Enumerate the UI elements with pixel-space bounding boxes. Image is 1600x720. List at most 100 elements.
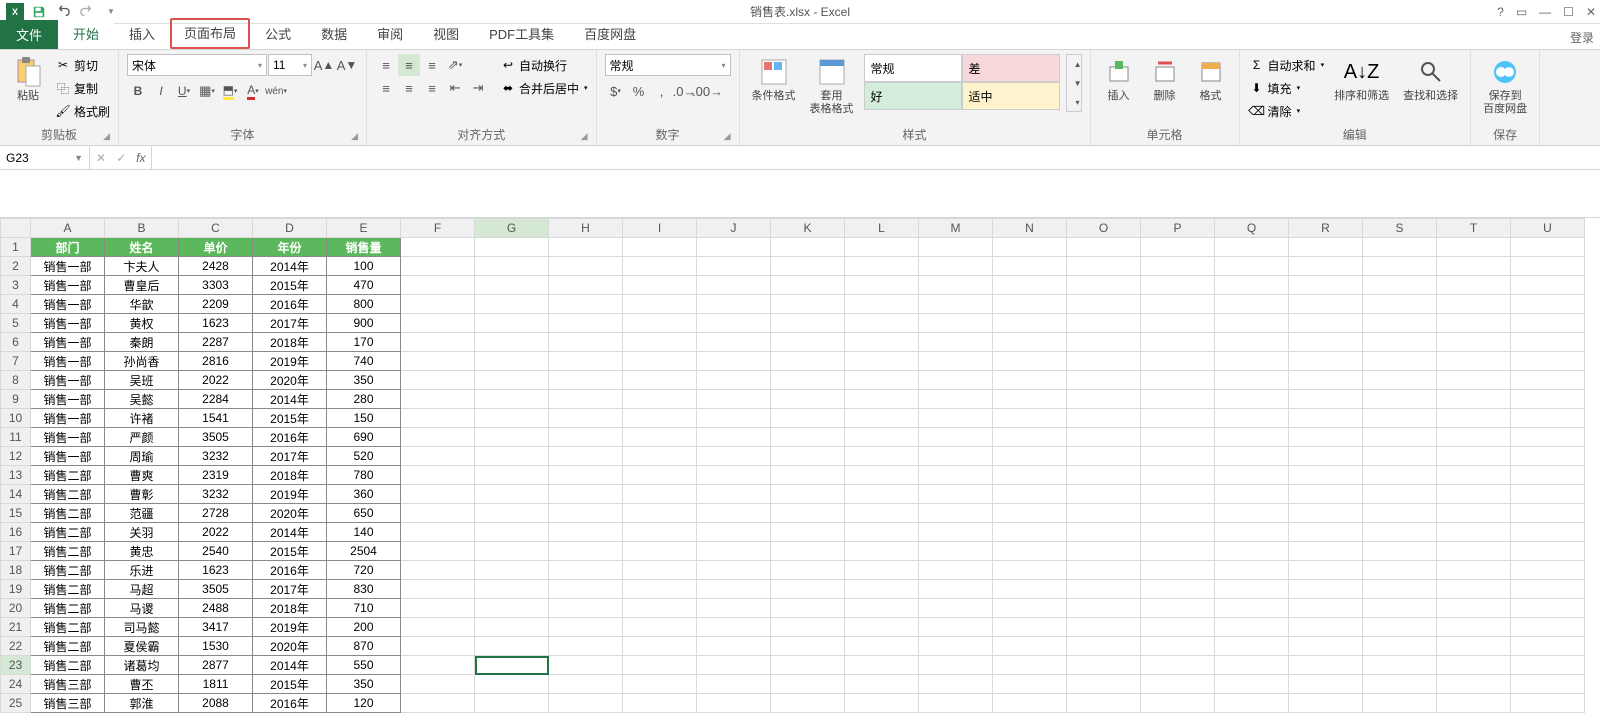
cell-C10[interactable]: 1541 — [179, 409, 253, 428]
cell-D7[interactable]: 2019年 — [253, 352, 327, 371]
underline-button[interactable]: U▾ — [173, 80, 195, 102]
save-baidu-button[interactable]: 保存到 百度网盘 — [1479, 54, 1531, 118]
cell-K21[interactable] — [771, 618, 845, 637]
cell-H18[interactable] — [549, 561, 623, 580]
cell-J17[interactable] — [697, 542, 771, 561]
cell-I9[interactable] — [623, 390, 697, 409]
row-header-21[interactable]: 21 — [1, 618, 31, 637]
cell-R12[interactable] — [1289, 447, 1363, 466]
cell-B5[interactable]: 黄权 — [105, 314, 179, 333]
cell-N4[interactable] — [993, 295, 1067, 314]
cell-F13[interactable] — [401, 466, 475, 485]
align-right-icon[interactable]: ≡ — [421, 77, 443, 99]
cell-D18[interactable]: 2016年 — [253, 561, 327, 580]
col-header-U[interactable]: U — [1511, 219, 1585, 238]
cell-R10[interactable] — [1289, 409, 1363, 428]
decrease-font-icon[interactable]: A▼ — [336, 54, 358, 76]
cell-K12[interactable] — [771, 447, 845, 466]
cell-S12[interactable] — [1363, 447, 1437, 466]
cell-H22[interactable] — [549, 637, 623, 656]
cell-K20[interactable] — [771, 599, 845, 618]
cell-I24[interactable] — [623, 675, 697, 694]
cell-L17[interactable] — [845, 542, 919, 561]
cell-J12[interactable] — [697, 447, 771, 466]
cell-T9[interactable] — [1437, 390, 1511, 409]
cell-N2[interactable] — [993, 257, 1067, 276]
col-header-Q[interactable]: Q — [1215, 219, 1289, 238]
cell-G22[interactable] — [475, 637, 549, 656]
cell-L22[interactable] — [845, 637, 919, 656]
cell-N11[interactable] — [993, 428, 1067, 447]
cell-O2[interactable] — [1067, 257, 1141, 276]
cell-F22[interactable] — [401, 637, 475, 656]
cell-C3[interactable]: 3303 — [179, 276, 253, 295]
cell-R20[interactable] — [1289, 599, 1363, 618]
cell-P6[interactable] — [1141, 333, 1215, 352]
cell-E7[interactable]: 740 — [327, 352, 401, 371]
cell-I8[interactable] — [623, 371, 697, 390]
cell-U2[interactable] — [1511, 257, 1585, 276]
cell-R18[interactable] — [1289, 561, 1363, 580]
cell-M8[interactable] — [919, 371, 993, 390]
cell-U18[interactable] — [1511, 561, 1585, 580]
cell-H2[interactable] — [549, 257, 623, 276]
find-select-button[interactable]: 查找和选择 — [1399, 54, 1462, 105]
cell-L23[interactable] — [845, 656, 919, 675]
cell-E20[interactable]: 710 — [327, 599, 401, 618]
align-top-icon[interactable]: ≡ — [375, 54, 397, 76]
cell-B16[interactable]: 关羽 — [105, 523, 179, 542]
cell-A13[interactable]: 销售二部 — [31, 466, 105, 485]
row-header-1[interactable]: 1 — [1, 238, 31, 257]
cell-S6[interactable] — [1363, 333, 1437, 352]
cell-M23[interactable] — [919, 656, 993, 675]
cell-O16[interactable] — [1067, 523, 1141, 542]
col-header-G[interactable]: G — [475, 219, 549, 238]
cell-S23[interactable] — [1363, 656, 1437, 675]
cell-I10[interactable] — [623, 409, 697, 428]
cell-S25[interactable] — [1363, 694, 1437, 713]
cell-O7[interactable] — [1067, 352, 1141, 371]
col-header-S[interactable]: S — [1363, 219, 1437, 238]
cell-N20[interactable] — [993, 599, 1067, 618]
cell-O19[interactable] — [1067, 580, 1141, 599]
cell-F8[interactable] — [401, 371, 475, 390]
cell-Q18[interactable] — [1215, 561, 1289, 580]
cell-F24[interactable] — [401, 675, 475, 694]
cell-L21[interactable] — [845, 618, 919, 637]
cell-A6[interactable]: 销售一部 — [31, 333, 105, 352]
accounting-format-icon[interactable]: $▾ — [605, 80, 627, 102]
cell-G7[interactable] — [475, 352, 549, 371]
cell-J11[interactable] — [697, 428, 771, 447]
cell-C4[interactable]: 2209 — [179, 295, 253, 314]
cell-P15[interactable] — [1141, 504, 1215, 523]
cell-D17[interactable]: 2015年 — [253, 542, 327, 561]
row-header-25[interactable]: 25 — [1, 694, 31, 713]
fill-button[interactable]: ⬇填充▾ — [1248, 77, 1325, 99]
cell-S2[interactable] — [1363, 257, 1437, 276]
cell-D13[interactable]: 2018年 — [253, 466, 327, 485]
close-icon[interactable]: ✕ — [1586, 5, 1596, 19]
tab-数据[interactable]: 数据 — [306, 18, 362, 49]
cell-K1[interactable] — [771, 238, 845, 257]
cell-C6[interactable]: 2287 — [179, 333, 253, 352]
cell-C20[interactable]: 2488 — [179, 599, 253, 618]
cell-I12[interactable] — [623, 447, 697, 466]
col-header-E[interactable]: E — [327, 219, 401, 238]
row-header-4[interactable]: 4 — [1, 295, 31, 314]
col-header-P[interactable]: P — [1141, 219, 1215, 238]
cell-F18[interactable] — [401, 561, 475, 580]
cell-E17[interactable]: 2504 — [327, 542, 401, 561]
cell-F19[interactable] — [401, 580, 475, 599]
row-header-20[interactable]: 20 — [1, 599, 31, 618]
cell-H14[interactable] — [549, 485, 623, 504]
cell-S1[interactable] — [1363, 238, 1437, 257]
more-styles-icon[interactable]: ▾ — [1067, 93, 1089, 111]
cell-F2[interactable] — [401, 257, 475, 276]
cell-L8[interactable] — [845, 371, 919, 390]
cell-H21[interactable] — [549, 618, 623, 637]
cell-N19[interactable] — [993, 580, 1067, 599]
cell-Q4[interactable] — [1215, 295, 1289, 314]
cell-C23[interactable]: 2877 — [179, 656, 253, 675]
orientation-icon[interactable]: ⇗▾ — [444, 54, 466, 76]
style-scroll[interactable]: ▲ ▼ ▾ — [1066, 54, 1082, 112]
